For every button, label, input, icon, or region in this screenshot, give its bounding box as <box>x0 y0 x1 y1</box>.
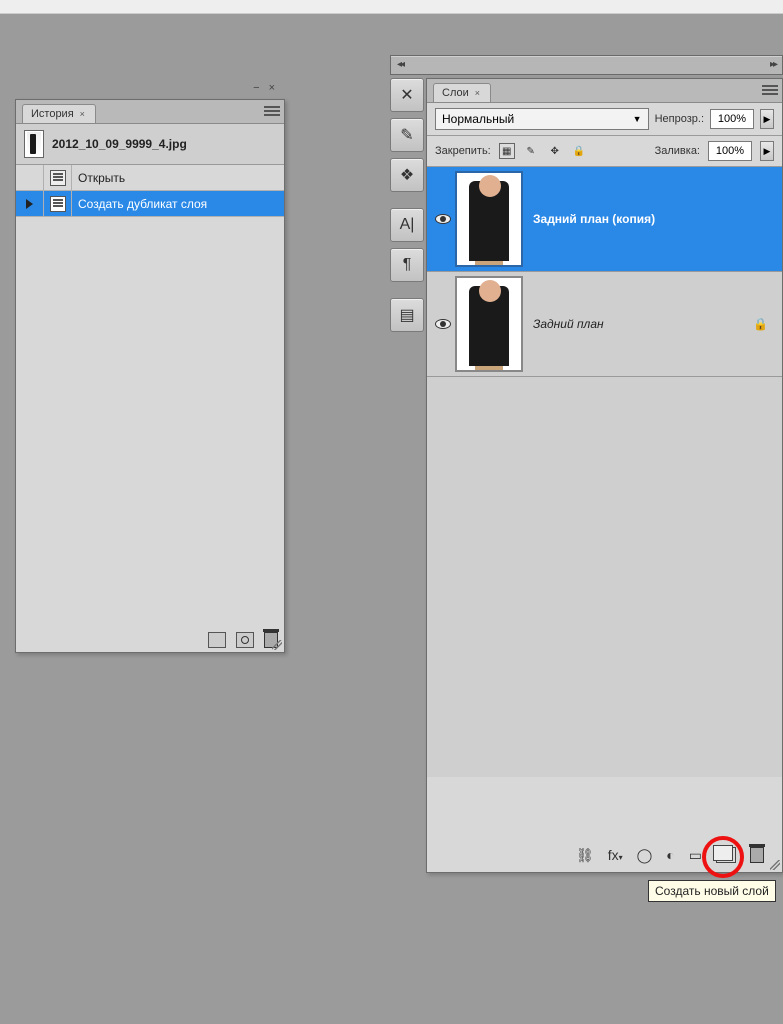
layer-name: Задний план (копия) <box>533 212 778 226</box>
layer-name: Задний план <box>533 317 753 331</box>
new-layer-icon[interactable] <box>716 847 736 863</box>
clone-source-panel-icon[interactable]: ❖ <box>390 158 424 192</box>
history-list: Открыть Создать дубликат слоя <box>16 165 284 217</box>
visibility-eye-icon[interactable] <box>435 319 451 329</box>
history-document-row[interactable]: 2012_10_09_9999_4.jpg <box>16 124 284 165</box>
opacity-value: 100% <box>718 113 746 125</box>
history-item-duplicate-layer[interactable]: Создать дубликат слоя <box>16 191 284 217</box>
layer-background[interactable]: Задний план 🔒 <box>427 272 782 377</box>
layers-tab-label: Слои <box>442 87 469 99</box>
app-menubar <box>0 0 783 14</box>
layer-fx-icon[interactable]: fx▾ <box>608 847 623 863</box>
new-group-icon[interactable]: ▭ <box>689 847 702 864</box>
blend-mode-value: Нормальный <box>442 112 514 126</box>
history-footer <box>208 632 278 648</box>
history-tabs: История × <box>16 100 284 124</box>
panel-close-minimize[interactable]: − × <box>253 82 278 94</box>
collapsed-panels-column: ✕ ✎ ❖ A| ¶ ▤ <box>390 78 424 332</box>
visibility-eye-icon[interactable] <box>435 214 451 224</box>
layers-tabs: Слои × <box>427 79 782 103</box>
fx-label: fx <box>608 847 619 863</box>
opacity-flyout-icon[interactable]: ▶ <box>760 109 774 129</box>
close-icon[interactable]: × <box>80 109 85 119</box>
lock-all-icon[interactable]: 🔒 <box>571 143 587 159</box>
panel-dock-strip[interactable]: ◂◂ ▸▸ <box>390 55 783 75</box>
resize-grip-icon[interactable] <box>272 640 282 650</box>
layers-lock-row: Закрепить: ▦ ✎ ✥ 🔒 Заливка: 100% ▶ <box>427 136 782 167</box>
new-snapshot-icon[interactable] <box>236 632 254 648</box>
history-state-icon <box>44 165 72 190</box>
panel-menu-icon[interactable] <box>762 83 778 97</box>
new-document-from-state-icon[interactable] <box>208 632 226 648</box>
layer-mask-icon[interactable]: ◯ <box>637 847 653 864</box>
chevron-down-icon: ▼ <box>633 114 642 124</box>
history-current-marker <box>16 191 44 216</box>
opacity-label: Непрозр.: <box>655 113 704 125</box>
layer-thumbnail[interactable] <box>455 276 523 372</box>
history-panel: − × История × 2012_10_09_9999_4.jpg Откр… <box>15 99 285 653</box>
blend-mode-select[interactable]: Нормальный ▼ <box>435 108 649 130</box>
paragraph-panel-icon[interactable]: ¶ <box>390 248 424 282</box>
layers-blend-row: Нормальный ▼ Непрозр.: 100% ▶ <box>427 103 782 136</box>
lock-position-icon[interactable]: ✥ <box>547 143 563 159</box>
dock-collapse-right-icon[interactable]: ▸▸ <box>770 59 776 70</box>
history-tab[interactable]: История × <box>22 104 96 123</box>
link-layers-icon[interactable]: ⛓ <box>576 847 594 864</box>
snapshot-col <box>16 165 44 190</box>
lock-pixels-icon[interactable]: ✎ <box>523 143 539 159</box>
tools-panel-icon[interactable]: ✕ <box>390 78 424 112</box>
lock-label: Закрепить: <box>435 145 491 157</box>
layers-tab[interactable]: Слои × <box>433 83 491 102</box>
layers-footer: ⛓ fx▾ ◯ ◐ ▭ <box>427 842 782 868</box>
lock-transparent-icon[interactable]: ▦ <box>499 143 515 159</box>
actions-panel-icon[interactable]: ▤ <box>390 298 424 332</box>
character-panel-icon[interactable]: A| <box>390 208 424 242</box>
panel-menu-icon[interactable] <box>264 104 280 118</box>
fill-value: 100% <box>716 145 744 157</box>
history-item-open[interactable]: Открыть <box>16 165 284 191</box>
history-state-icon <box>44 191 72 216</box>
close-icon[interactable]: × <box>475 88 480 98</box>
layer-thumbnail[interactable] <box>455 171 523 267</box>
resize-grip-icon[interactable] <box>770 860 780 870</box>
adjustment-layer-icon[interactable]: ◐ <box>666 847 674 863</box>
document-thumbnail <box>24 130 44 158</box>
dock-collapse-left-icon[interactable]: ◂◂ <box>397 59 403 70</box>
play-icon <box>26 199 33 209</box>
layers-list: Задний план (копия) Задний план 🔒 <box>427 167 782 777</box>
lock-icon: 🔒 <box>753 317 768 331</box>
history-item-label: Создать дубликат слоя <box>72 197 284 211</box>
fill-flyout-icon[interactable]: ▶ <box>760 141 774 161</box>
layer-background-copy[interactable]: Задний план (копия) <box>427 167 782 272</box>
fill-input[interactable]: 100% <box>708 141 752 161</box>
layers-panel: Слои × Нормальный ▼ Непрозр.: 100% ▶ Зак… <box>426 78 783 873</box>
history-tab-label: История <box>31 108 74 120</box>
history-item-label: Открыть <box>72 171 284 185</box>
brushes-panel-icon[interactable]: ✎ <box>390 118 424 152</box>
opacity-input[interactable]: 100% <box>710 109 754 129</box>
delete-layer-icon[interactable] <box>750 847 764 863</box>
fill-label: Заливка: <box>655 145 700 157</box>
document-filename: 2012_10_09_9999_4.jpg <box>52 137 187 151</box>
tooltip-new-layer: Создать новый слой <box>648 880 776 902</box>
